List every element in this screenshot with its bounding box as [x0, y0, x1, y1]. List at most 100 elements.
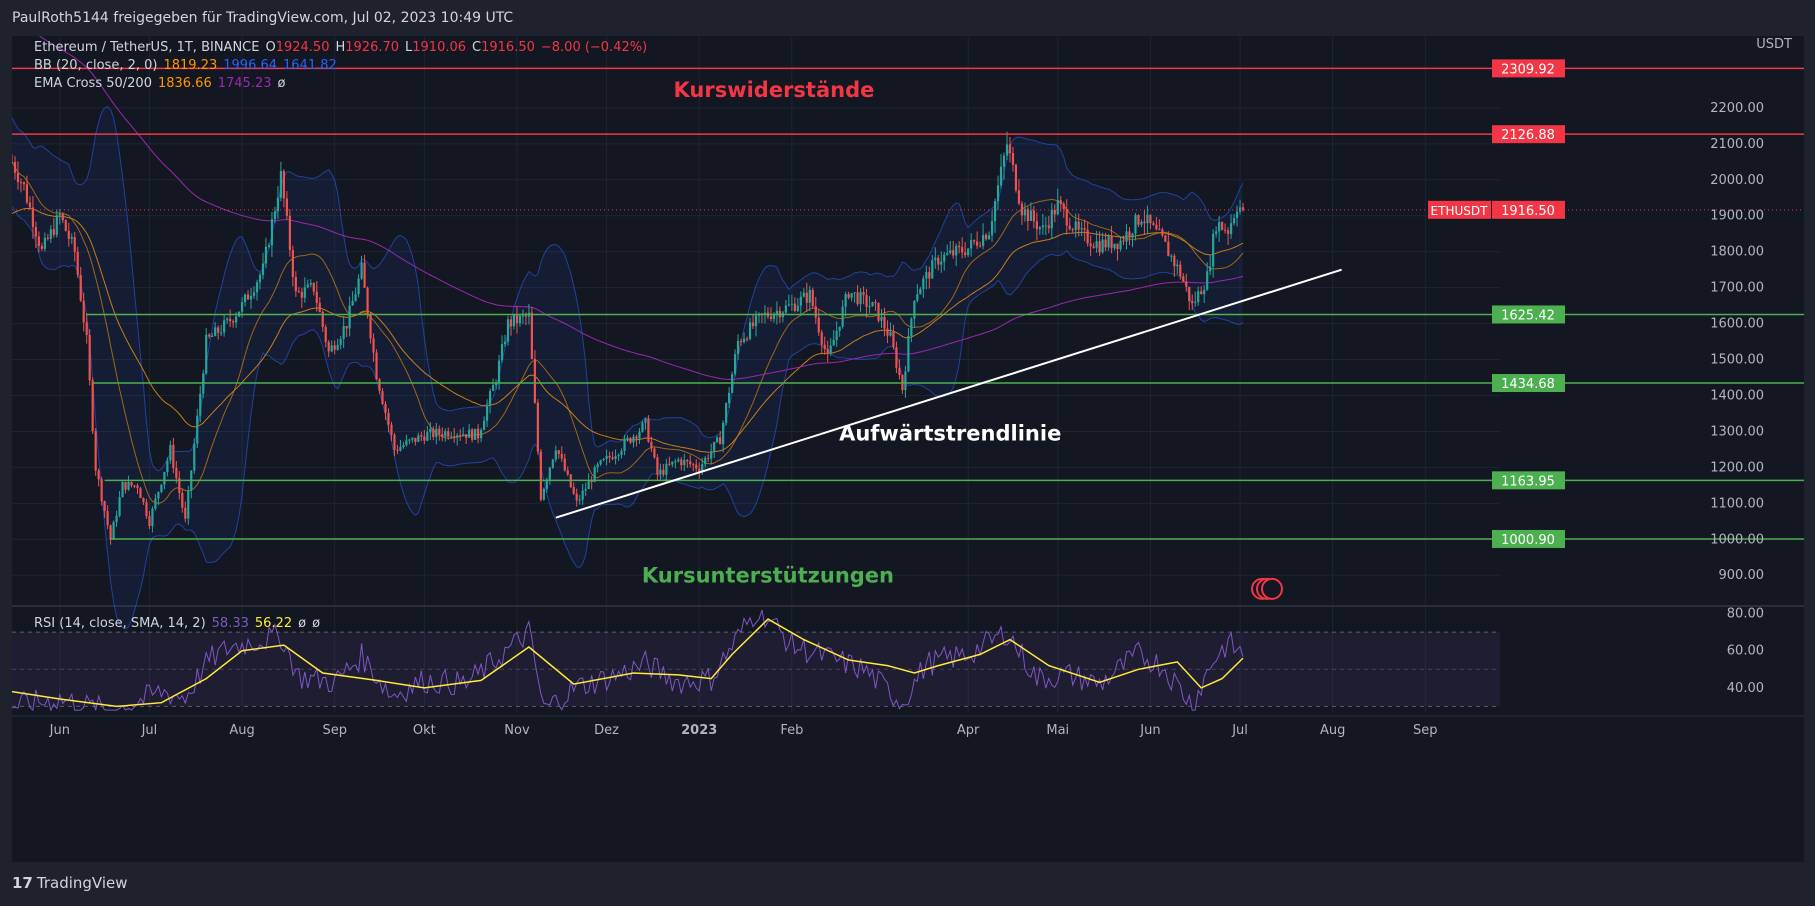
candle-body [530, 312, 534, 359]
candle-body [315, 291, 318, 303]
candle-body [596, 464, 599, 468]
candle-body [1170, 255, 1173, 257]
candle-body [85, 322, 88, 336]
candle-body [130, 481, 133, 486]
candle-body [366, 287, 369, 316]
candle-body [303, 287, 306, 298]
candle-body [1143, 221, 1146, 224]
candle-body [441, 434, 444, 437]
candle-body [199, 393, 202, 416]
candle-body [617, 455, 620, 457]
symbol-tag: ETHUSDT [1431, 204, 1489, 218]
candle-body [232, 321, 235, 323]
candle-body [342, 325, 345, 340]
candle [169, 440, 172, 464]
candle [871, 301, 874, 307]
candle-body [880, 316, 883, 321]
candle-body [1005, 144, 1009, 156]
candle-body [1008, 144, 1012, 154]
candle-body [157, 491, 160, 499]
candle-body [623, 439, 626, 451]
candle-body [1203, 289, 1206, 295]
candle-body [453, 436, 456, 438]
candle-body [500, 344, 504, 361]
rsi-legend[interactable]: RSI (14, close, SMA, 14, 2) 58.33 56.22 ø ø [34, 616, 326, 631]
candle-body [67, 230, 70, 239]
resistance-annotation: Kurswiderstände [673, 78, 874, 102]
candle [1014, 163, 1018, 193]
candle-body [1002, 155, 1006, 167]
candle-body [1232, 218, 1236, 224]
candle [172, 437, 175, 474]
candle-body [533, 358, 536, 403]
candle-body [733, 354, 737, 375]
candle-body [399, 446, 402, 451]
time-tick-label: Mai [1046, 723, 1069, 738]
trendline-annotation: Aufwärtstrendlinie [839, 421, 1061, 445]
candle-body [1113, 243, 1116, 249]
candle-body [408, 439, 411, 441]
rsi-tick-label: 60.00 [1727, 644, 1764, 659]
candle-body [689, 461, 692, 465]
candle-body [820, 332, 823, 345]
candle-body [769, 316, 773, 320]
candle-body [369, 315, 372, 339]
candle-body [339, 339, 342, 345]
candle-body [844, 294, 847, 307]
candle-body [993, 201, 997, 222]
candle-body [363, 262, 366, 288]
candle-body [1134, 215, 1137, 234]
candle-body [1176, 264, 1179, 267]
chart-panel[interactable]: Kurswiderstände Kursunterstützungen Aufwär… [12, 36, 1804, 862]
candle-body [934, 257, 937, 261]
currency-label: USDT [1756, 37, 1792, 52]
candle-body [913, 300, 916, 319]
bb-legend[interactable]: BB (20, close, 2, 0) 1819.23 1996.64 1641.8… [34, 58, 343, 73]
candle-body [1083, 228, 1086, 230]
candle-body [856, 292, 859, 305]
symbol-name[interactable]: Ethereum / TetherUS, 1T, BINANCE [34, 40, 259, 55]
candle-body [898, 367, 901, 376]
candle-body [300, 291, 303, 298]
candle-body [31, 207, 35, 227]
candle-body [468, 429, 471, 438]
chart-svg[interactable]: Kurswiderstände Kursunterstützungen Aufwär… [12, 36, 1804, 862]
candle-body [838, 326, 841, 331]
candle-body [279, 170, 283, 198]
ema-legend[interactable]: EMA Cross 50/200 1836.66 1745.23 ø [34, 76, 291, 91]
candle-body [602, 458, 605, 461]
candle-body [808, 289, 811, 303]
candle-body [103, 501, 106, 512]
candle-body [285, 198, 288, 216]
candle-body [160, 484, 163, 492]
candle-body [638, 431, 641, 439]
candle-body [599, 460, 602, 465]
candle-body [115, 515, 118, 523]
candle-body [566, 470, 569, 475]
candle-body [722, 422, 725, 445]
candle-body [605, 455, 608, 459]
candle-body [187, 490, 190, 519]
candle-body [249, 295, 253, 300]
candle-body [12, 161, 14, 163]
candle-body [58, 213, 61, 216]
candle-body [512, 315, 516, 327]
candle-body [357, 278, 360, 295]
candle-body [536, 402, 539, 452]
candle-body [1188, 286, 1191, 302]
candle-body [1194, 301, 1197, 303]
candle-body [223, 320, 226, 333]
time-tick-label: Jun [1139, 723, 1160, 738]
tradingview-logo[interactable]: 17 TradingView [12, 874, 128, 892]
candle-body [1218, 222, 1221, 232]
candle-body [719, 437, 722, 445]
candle-body [261, 263, 265, 275]
time-tick-label: 2023 [681, 723, 717, 738]
candle-body [802, 292, 805, 297]
candle-body [790, 303, 793, 305]
candle-body [76, 251, 79, 275]
candle [112, 520, 115, 540]
candle-body [811, 289, 814, 307]
candle [901, 374, 904, 394]
candle-body [739, 340, 743, 343]
